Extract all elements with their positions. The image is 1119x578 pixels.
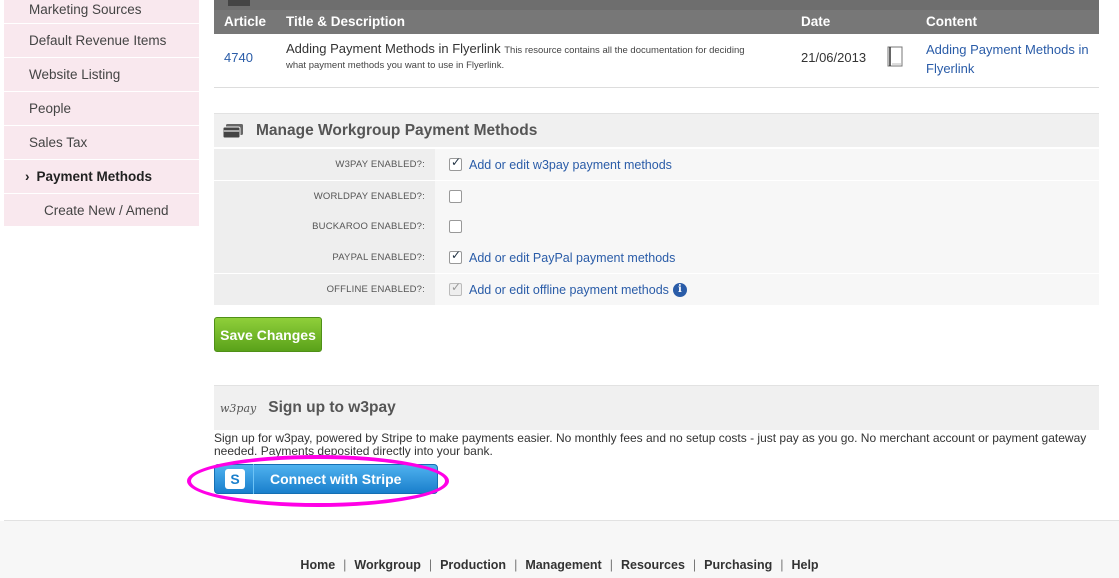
footer-link-production[interactable]: Production <box>440 558 506 572</box>
column-header-date: Date <box>801 14 831 29</box>
buckaroo-enabled-checkbox[interactable] <box>449 220 462 233</box>
w3pay-enabled-checkbox[interactable] <box>449 155 462 171</box>
highlight-annotation <box>187 455 449 507</box>
payment-row-label: OFFLINE ENABLED?: <box>214 274 435 305</box>
sidebar-item-label: Create New / Amend <box>44 202 169 218</box>
info-icon[interactable]: i <box>672 282 687 297</box>
sidebar-item-label: Default Revenue Items <box>29 33 167 48</box>
payment-row-offline: OFFLINE ENABLED?: Add or edit offline pa… <box>214 274 1099 306</box>
sidebar-item-default-revenue-items[interactable]: Default Revenue Items <box>4 24 199 58</box>
sidebar-item-sales-tax[interactable]: Sales Tax <box>4 126 199 160</box>
sidebar-item-create-new-amend[interactable]: Create New / Amend <box>4 194 199 227</box>
payment-methods-panel-header: Manage Workgroup Payment Methods <box>214 113 1099 147</box>
credit-card-icon <box>222 123 243 138</box>
w3pay-logo-icon: w3pay <box>220 401 257 415</box>
save-changes-button[interactable]: Save Changes <box>214 317 322 352</box>
edit-offline-methods-link[interactable]: Add or edit offline payment methods <box>469 283 669 297</box>
footer-link-home[interactable]: Home <box>300 558 335 572</box>
worldpay-enabled-checkbox[interactable] <box>449 190 462 203</box>
column-header-title: Title & Description <box>286 14 406 29</box>
resource-date: 21/06/2013 <box>801 50 867 65</box>
resources-table-header: Article Title & Description Date Content <box>214 10 1099 34</box>
sidebar-item-payment-methods[interactable]: Payment Methods <box>4 160 199 194</box>
footer-nav: Home | Workgroup | Production | Management |… <box>0 521 1119 578</box>
payment-row-label: W3PAY ENABLED?: <box>214 149 435 180</box>
payment-row-worldpay: WORLDPAY ENABLED?: <box>214 181 1099 213</box>
footer-link-workgroup[interactable]: Workgroup <box>354 558 420 572</box>
footer-link-resources[interactable]: Resources <box>621 558 685 572</box>
sidebar-item-label: Marketing Sources <box>29 2 142 17</box>
payment-row-label: BUCKAROO ENABLED?: <box>214 211 435 242</box>
column-header-content: Content <box>926 14 977 29</box>
sidebar-item-label: People <box>29 101 72 116</box>
resource-title-description: Adding Payment Methods in Flyerlink This… <box>286 42 756 72</box>
resources-panel-top <box>214 0 1099 10</box>
table-row: 4740 Adding Payment Methods in Flyerlink… <box>214 34 1099 88</box>
article-id-link[interactable]: 4740 <box>224 50 253 65</box>
document-icon <box>887 46 903 67</box>
paypal-enabled-checkbox[interactable] <box>449 248 462 264</box>
payment-row-label: PAYPAL ENABLED?: <box>214 242 435 273</box>
offline-enabled-checkbox <box>449 280 462 296</box>
column-header-article: Article <box>224 14 267 29</box>
sidebar-item-label: Payment Methods <box>36 169 153 184</box>
edit-paypal-methods-link[interactable]: Add or edit PayPal payment methods <box>469 251 675 265</box>
sidebar-item-label: Website Listing <box>29 67 121 82</box>
footer-link-help[interactable]: Help <box>791 558 818 572</box>
footer-link-management[interactable]: Management <box>525 558 601 572</box>
sidebar-item-website-listing[interactable]: Website Listing <box>4 58 199 92</box>
sidebar-item-people[interactable]: People <box>4 92 199 126</box>
payment-row-label: WORLDPAY ENABLED?: <box>214 181 435 212</box>
payment-methods-title: Manage Workgroup Payment Methods <box>256 121 538 139</box>
resource-title: Adding Payment Methods in Flyerlink <box>286 41 501 56</box>
footer-link-purchasing[interactable]: Purchasing <box>704 558 772 572</box>
w3pay-panel-header: w3pay Sign up to w3pay <box>214 385 1099 430</box>
w3pay-description: Sign up for w3pay, powered by Stripe to … <box>214 431 1087 458</box>
payment-row-w3pay: W3PAY ENABLED?: Add or edit w3pay paymen… <box>214 149 1099 181</box>
resource-content-link[interactable]: Adding Payment Methods in Flyerlink <box>926 40 1091 78</box>
sidebar-nav: Marketing Sources Default Revenue Items … <box>4 0 199 227</box>
payment-row-paypal: PAYPAL ENABLED?: Add or edit PayPal paym… <box>214 242 1099 274</box>
sidebar-item-label: Sales Tax <box>29 135 88 150</box>
payment-row-buckaroo: BUCKAROO ENABLED?: <box>214 211 1099 243</box>
sidebar-item-marketing-sources[interactable]: Marketing Sources <box>4 0 199 24</box>
w3pay-title: Sign up to w3pay <box>268 399 396 416</box>
edit-w3pay-methods-link[interactable]: Add or edit w3pay payment methods <box>469 158 672 172</box>
